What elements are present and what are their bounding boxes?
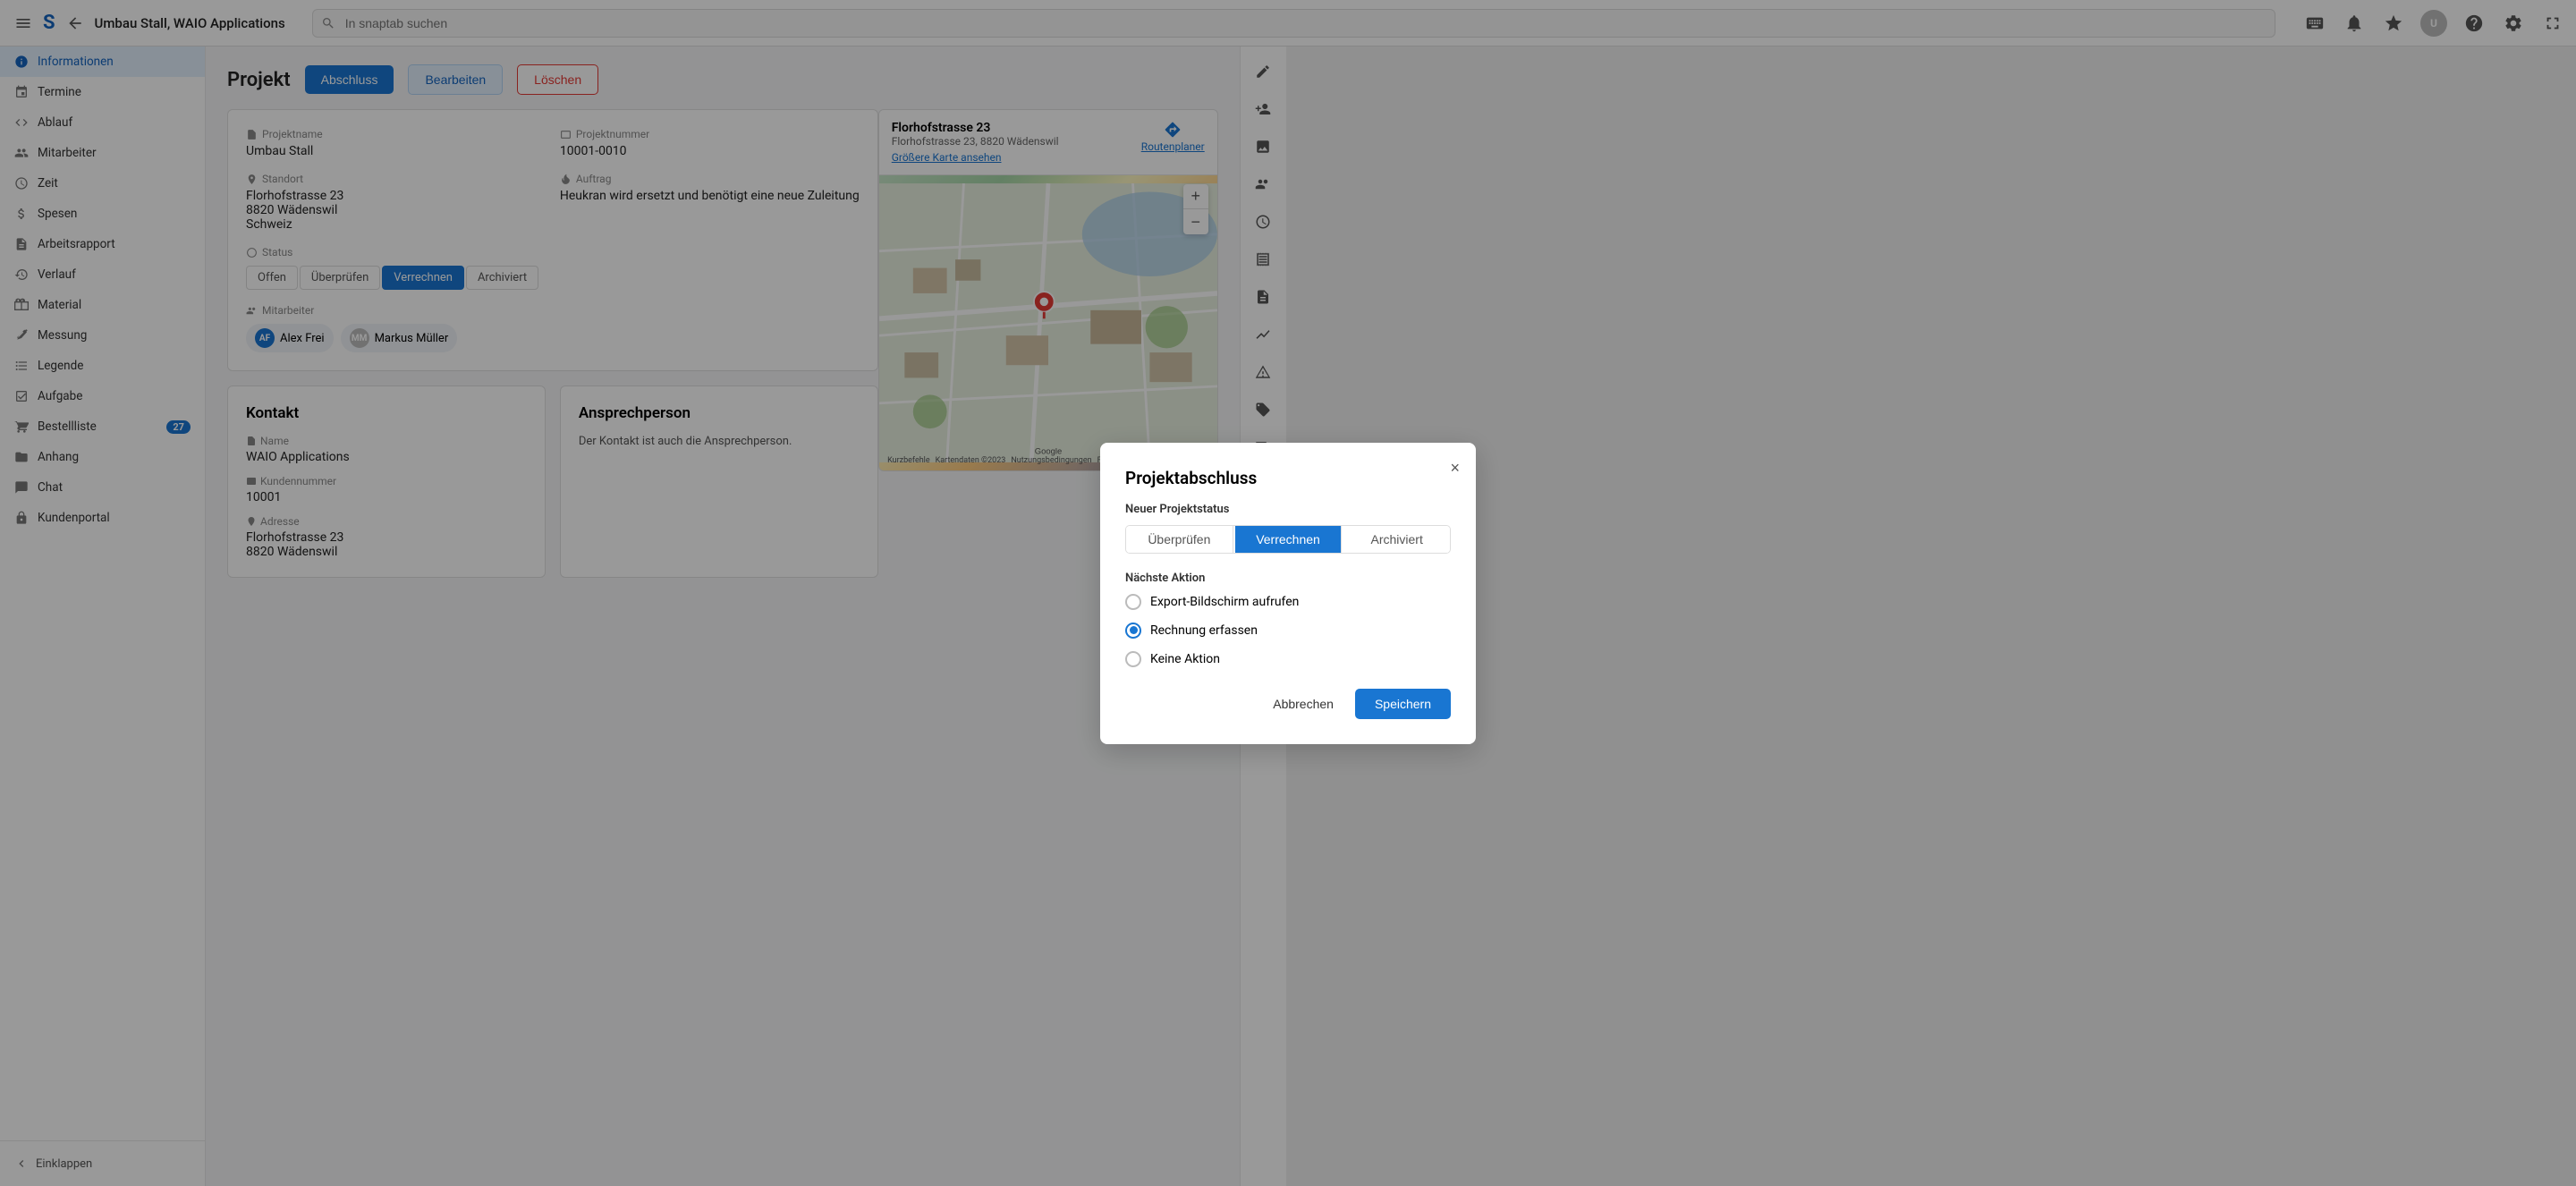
radio-circle-export [1125, 594, 1141, 610]
modal-status-subtitle: Neuer Projektstatus [1125, 503, 1451, 516]
radio-circle-rechnung [1125, 623, 1141, 639]
modal-tab-verrechnen[interactable]: Verrechnen [1235, 526, 1343, 553]
modal-title: Projektabschluss [1125, 468, 1451, 488]
radio-label-export: Export-Bildschirm aufrufen [1150, 595, 1299, 609]
radio-rechnung[interactable]: Rechnung erfassen [1125, 623, 1451, 639]
modal-action-subtitle: Nächste Aktion [1125, 572, 1451, 585]
radio-export[interactable]: Export-Bildschirm aufrufen [1125, 594, 1451, 610]
modal-status-tabs: Überprüfen Verrechnen Archiviert [1125, 525, 1451, 554]
modal-close-button[interactable]: × [1450, 459, 1460, 478]
radio-label-keine: Keine Aktion [1150, 652, 1220, 666]
cancel-button[interactable]: Abbrechen [1262, 690, 1344, 718]
modal-radio-group: Export-Bildschirm aufrufen Rechnung erfa… [1125, 594, 1451, 667]
modal-overlay: Projektabschluss × Neuer Projektstatus Ü… [0, 0, 2576, 1186]
modal-actions: Abbrechen Speichern [1125, 689, 1451, 719]
modal-tab-ueberpruefen[interactable]: Überprüfen [1126, 526, 1233, 553]
radio-label-rechnung: Rechnung erfassen [1150, 623, 1258, 638]
modal-tab-archiviert[interactable]: Archiviert [1343, 526, 1450, 553]
projektabschluss-modal: Projektabschluss × Neuer Projektstatus Ü… [1100, 443, 1476, 744]
radio-circle-keine [1125, 651, 1141, 667]
radio-keine[interactable]: Keine Aktion [1125, 651, 1451, 667]
save-button[interactable]: Speichern [1355, 689, 1451, 719]
